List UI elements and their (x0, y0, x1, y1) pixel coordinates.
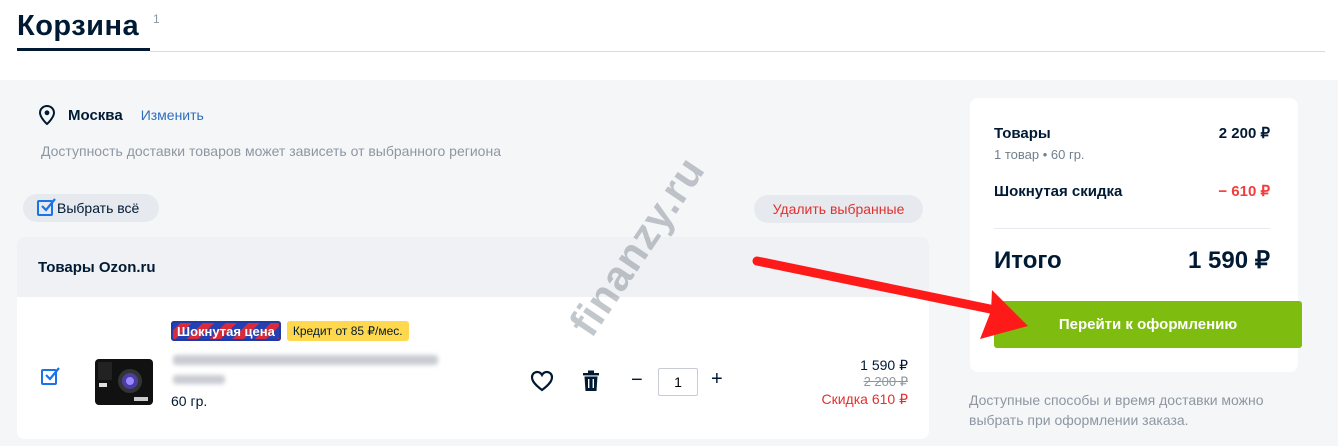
item-price: 1 590 ₽ (860, 357, 908, 373)
select-all-label: Выбрать всё (57, 200, 140, 216)
item-checkbox[interactable] (41, 367, 60, 385)
credit-badge[interactable]: Кредит от 85 ₽/мес. (286, 321, 409, 341)
checkout-button[interactable]: Перейти к оформлению (994, 301, 1302, 348)
change-city-link[interactable]: Изменить (141, 107, 204, 123)
quantity-increase-button[interactable]: + (711, 368, 723, 391)
trash-icon[interactable] (582, 370, 600, 392)
total-value: 1 590 ₽ (1188, 247, 1270, 274)
checkmark-icon (41, 198, 56, 212)
map-pin-icon (38, 105, 56, 125)
product-image[interactable] (94, 357, 154, 407)
select-all-checkbox[interactable] (37, 198, 56, 216)
page-title: Корзина (17, 10, 140, 42)
delivery-note: Доступность доставки товаров может завис… (41, 143, 501, 159)
city-name: Москва (68, 106, 123, 124)
summary-total-row: Итого 1 590 ₽ (994, 246, 1270, 275)
seller-title: Товары Ozon.ru (17, 237, 929, 297)
item-badges: Шокнутая цена Кредит от 85 ₽/мес. (171, 321, 409, 341)
goods-value: 2 200 ₽ (1218, 125, 1270, 142)
quantity-input[interactable] (658, 368, 698, 396)
blurred-product-title-2 (173, 375, 225, 384)
location-row: Москва Изменить (38, 104, 204, 126)
delete-selected-button[interactable]: Удалить выбранные (754, 195, 923, 223)
discount-value: − 610 ₽ (1218, 183, 1270, 200)
quantity-decrease-button[interactable]: − (631, 369, 643, 392)
item-old-price: 2 200 ₽ (863, 374, 908, 389)
heart-icon[interactable] (530, 370, 554, 392)
item-prices: 1 590 ₽ 2 200 ₽ Скидка 610 ₽ (822, 357, 909, 408)
goods-label: Товары (994, 124, 1051, 142)
goods-subtitle: 1 товар • 60 гр. (994, 147, 1085, 162)
blurred-product-title[interactable] (173, 355, 438, 365)
title-underline (17, 48, 150, 51)
cart-seller-card: Товары Ozon.ru Шокнутая цена Кредит от 8… (17, 237, 929, 439)
total-label: Итого (994, 246, 1062, 274)
cart-count: 1 (153, 12, 160, 26)
shock-price-badge: Шокнутая цена (171, 321, 281, 341)
item-weight: 60 гр. (171, 393, 208, 409)
checkmark-icon (45, 367, 60, 381)
select-all-button[interactable]: Выбрать всё (23, 194, 159, 222)
page-header: Корзина 1 (0, 0, 1338, 80)
header-divider (150, 51, 1325, 52)
summary-goods-row: Товары 2 200 ₽ (994, 124, 1270, 143)
summary-divider (994, 228, 1270, 229)
order-summary: Товары 2 200 ₽ 1 товар • 60 гр. Шокнутая… (970, 98, 1302, 372)
summary-discount-row: Шокнутая скидка − 610 ₽ (994, 182, 1270, 201)
delivery-options-note: Доступные способы и время доставки можно… (969, 392, 1264, 428)
discount-label: Шокнутая скидка (994, 182, 1123, 200)
item-discount: Скидка 610 ₽ (821, 391, 909, 407)
